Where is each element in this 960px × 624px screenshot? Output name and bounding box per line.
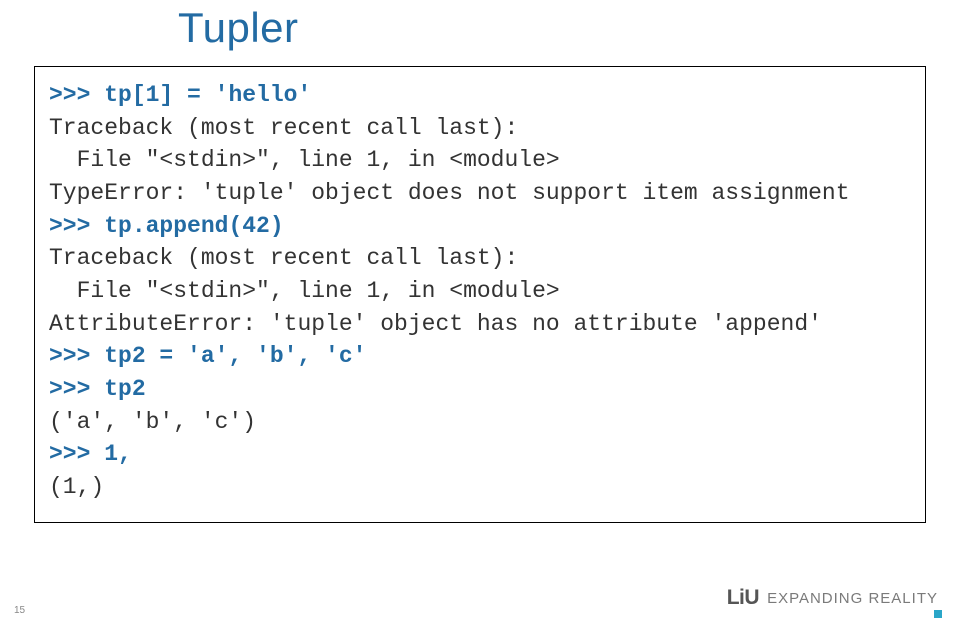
repl-prompt: >>> xyxy=(49,376,104,402)
code-line: Traceback (most recent call last): xyxy=(49,115,518,141)
repl-input: tp2 = 'a', 'b', 'c' xyxy=(104,343,366,369)
repl-prompt: >>> xyxy=(49,343,104,369)
repl-prompt: >>> xyxy=(49,441,104,467)
slide-title: Tupler xyxy=(178,4,299,52)
code-content: >>> tp[1] = 'hello' Traceback (most rece… xyxy=(49,79,911,504)
code-line: TypeError: 'tuple' object does not suppo… xyxy=(49,180,850,206)
code-line: (1,) xyxy=(49,474,104,500)
repl-input: tp.append(42) xyxy=(104,213,283,239)
footer: LiU EXPANDING REALITY xyxy=(727,586,938,610)
repl-prompt: >>> xyxy=(49,82,104,108)
repl-input: tp[1] = 'hello' xyxy=(104,82,311,108)
code-block: >>> tp[1] = 'hello' Traceback (most rece… xyxy=(34,66,926,523)
code-line: AttributeError: 'tuple' object has no at… xyxy=(49,311,822,337)
code-line: Traceback (most recent call last): xyxy=(49,245,518,271)
page-number: 15 xyxy=(14,605,25,616)
repl-input: tp2 xyxy=(104,376,145,402)
accent-square-icon xyxy=(934,610,942,618)
code-line: File "<stdin>", line 1, in <module> xyxy=(49,147,560,173)
repl-input: 1, xyxy=(104,441,132,467)
repl-prompt: >>> xyxy=(49,213,104,239)
liu-logo: LiU xyxy=(727,586,759,610)
code-line: ('a', 'b', 'c') xyxy=(49,409,256,435)
footer-tagline: EXPANDING REALITY xyxy=(767,590,938,607)
code-line: File "<stdin>", line 1, in <module> xyxy=(49,278,560,304)
